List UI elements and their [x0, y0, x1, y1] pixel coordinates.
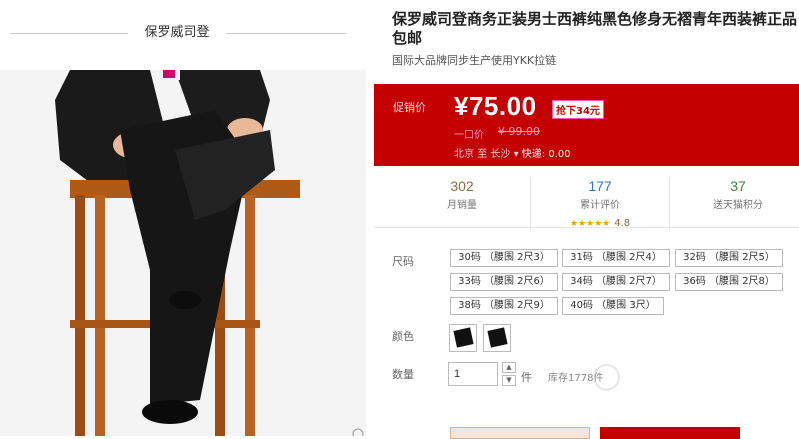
sales-stats: 302 月销量 177 累计评价 ★★★★★ 4.8 37 送天猫积分: [374, 170, 799, 230]
reviews-label: 累计评价: [580, 200, 620, 211]
watermark-icon: ◯: [592, 360, 622, 390]
size-option[interactable]: 30码 （腰围 2尺3）: [450, 249, 558, 267]
price-panel: 促销价 ¥75.00 抢下34元 一口价 ¥ 99.00 北京 至 长沙 ▾ 快…: [374, 84, 799, 166]
gallery-scroll-icon[interactable]: [352, 428, 364, 436]
reviews-value: 177: [588, 178, 612, 194]
current-price: ¥75.00: [454, 91, 537, 121]
quantity-input[interactable]: [448, 362, 498, 386]
decrement-icon[interactable]: ▼: [502, 375, 516, 386]
add-to-cart-button[interactable]: [600, 427, 740, 439]
size-option[interactable]: 36码 （腰围 2尺8）: [675, 273, 783, 291]
shipping-fee: 快递: 0.00: [521, 149, 571, 160]
reviews[interactable]: 177 累计评价 ★★★★★ 4.8: [530, 178, 670, 230]
quantity-unit: 件: [521, 371, 532, 384]
product-image[interactable]: [0, 70, 366, 436]
quantity-label: 数量: [392, 368, 414, 381]
buy-now-button[interactable]: [450, 427, 590, 439]
color-swatch[interactable]: [483, 324, 511, 352]
brand-header: 保罗威司登: [0, 0, 366, 70]
monthly-sales: 302 月销量: [392, 178, 532, 211]
size-option[interactable]: 40码 （腰围 3尺）: [562, 297, 664, 315]
ship-to-label: 至: [477, 149, 488, 160]
black-swatch-icon: [487, 327, 508, 348]
original-price-label: 一口价: [454, 130, 484, 141]
divider: [226, 33, 346, 34]
rating-stars-icon: ★★★★★: [569, 219, 611, 229]
discount-badge: 抢下34元: [552, 100, 604, 119]
points: 37 送天猫积分: [668, 178, 799, 211]
ship-from[interactable]: 北京: [454, 149, 474, 160]
brand-name: 保罗威司登: [144, 25, 210, 40]
black-swatch-icon: [453, 327, 474, 348]
product-title: 保罗威司登商务正装男士西裤纯黑色修身无褶青年西装裤正品包邮: [392, 10, 798, 47]
points-value: 37: [730, 178, 746, 194]
monthly-sales-label: 月销量: [447, 200, 477, 211]
product-gallery: 保罗威司登: [0, 0, 366, 436]
monthly-sales-value: 302: [450, 178, 474, 194]
color-label: 颜色: [392, 330, 414, 343]
product-subtitle: 国际大品牌同步生产使用YKK拉链: [392, 54, 557, 67]
size-option[interactable]: 34码 （腰围 2尺7）: [562, 273, 670, 291]
shipping-info: 北京 至 长沙 ▾ 快递: 0.00: [454, 145, 571, 160]
divider: [10, 33, 128, 34]
size-option[interactable]: 31码 （腰围 2尺4）: [562, 249, 670, 267]
ship-to[interactable]: 长沙: [490, 149, 510, 160]
increment-icon[interactable]: ▲: [502, 362, 516, 373]
chevron-down-icon[interactable]: ▾: [514, 149, 519, 160]
rating-row: ★★★★★ 4.8: [531, 211, 669, 230]
size-option[interactable]: 33码 （腰围 2尺6）: [450, 273, 558, 291]
size-label: 尺码: [392, 255, 414, 268]
size-option[interactable]: 32码 （腰围 2尺5）: [675, 249, 783, 267]
size-option[interactable]: 38码 （腰围 2尺9）: [450, 297, 558, 315]
original-price: ¥ 99.00: [498, 125, 540, 138]
points-label: 送天猫积分: [713, 200, 763, 211]
price-label: 促销价: [393, 101, 426, 114]
color-swatch[interactable]: [449, 324, 477, 352]
rating-value: 4.8: [614, 218, 631, 229]
